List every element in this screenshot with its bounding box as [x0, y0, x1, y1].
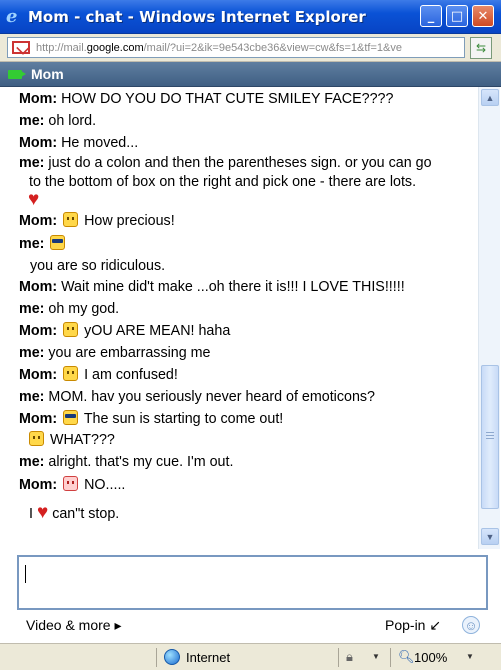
chat-message: me: oh my god.	[19, 301, 120, 317]
chat-message: me: alright. that's my cue. I'm out.	[19, 454, 234, 470]
text-caret	[25, 565, 26, 583]
scroll-down-button[interactable]: ▼	[481, 528, 499, 545]
chat-message-continuation: you are so ridiculous.	[30, 258, 166, 274]
chat-message: Mom: HOW DO YOU DO THAT CUTE SMILEY FACE…	[19, 91, 394, 107]
chat-message: Mom: The sun is starting to come out!	[19, 410, 284, 427]
protected-mode-dropdown-icon[interactable]: ▼	[372, 652, 380, 661]
cool-smiley-icon	[63, 410, 79, 425]
chat-header: Mom	[0, 62, 501, 87]
zoom-level[interactable]: 100%	[414, 650, 447, 665]
address-bar: http://mail.google.com/mail/?ui=2&ik=9e5…	[0, 34, 501, 62]
internet-zone-icon	[164, 649, 180, 665]
zoom-icon[interactable]: 🔍︎	[398, 649, 415, 665]
minimize-button[interactable]: _	[420, 5, 442, 27]
chat-input[interactable]	[17, 555, 488, 610]
status-bar: Internet 🔒︎ ▼ 🔍︎ 100% ▼	[0, 643, 501, 670]
chat-message: me: MOM. hav you seriously never heard o…	[19, 389, 376, 405]
heart-icon: ♥	[36, 502, 49, 523]
chat-message: Mom: NO.....	[19, 476, 126, 493]
chat-message: Mom: He moved...	[19, 135, 139, 151]
chat-message: me: you are embarrassing me	[19, 345, 211, 361]
ie-logo-icon: e	[6, 6, 18, 27]
address-field[interactable]: http://mail.google.com/mail/?ui=2&ik=9e5…	[7, 37, 465, 58]
chat-scrollbar[interactable]: ▲ ▼	[478, 87, 500, 549]
video-camera-icon	[8, 70, 26, 79]
chat-message: Mom: yOU ARE MEAN! haha	[19, 322, 231, 339]
chat-contact-name: Mom	[31, 66, 64, 82]
protected-mode-icon[interactable]: 🔒︎	[346, 649, 353, 665]
chat-message: me: just do a colon and then the parenth…	[19, 155, 432, 171]
chat-message-continuation: I ♥ can"t stop.	[29, 502, 120, 523]
chat-message: Mom: Wait mine did't make ...oh there it…	[19, 279, 405, 295]
chat-message-continuation: to the bottom of box on the right and pi…	[29, 174, 417, 190]
gmail-icon	[12, 41, 30, 54]
angry-smiley-icon	[63, 322, 79, 337]
scroll-up-button[interactable]: ▲	[481, 89, 499, 106]
maximize-button[interactable]: □	[446, 5, 468, 27]
heart-icon: ♥	[28, 189, 40, 210]
upset-smiley-icon	[63, 476, 79, 491]
zoom-dropdown-icon[interactable]: ▼	[466, 652, 474, 661]
chat-message: Mom: I am confused!	[19, 366, 178, 383]
emoticon-picker-icon[interactable]: ☺	[462, 616, 480, 634]
chat-message: me:	[19, 235, 67, 253]
cool-smiley-icon	[50, 235, 66, 250]
chat-message: me: oh lord.	[19, 113, 97, 129]
compatibility-view-icon[interactable]: ⇆	[470, 37, 492, 59]
confused-smiley-icon	[63, 366, 79, 381]
chat-message: ♥	[28, 189, 40, 210]
chat-message: Mom: How precious!	[19, 212, 175, 229]
chat-message-continuation: WHAT???	[27, 431, 115, 449]
surprised-smiley-icon	[29, 431, 44, 446]
window-title: Mom - chat - Windows Internet Explorer	[28, 8, 366, 26]
address-url: http://mail.google.com/mail/?ui=2&ik=9e5…	[36, 41, 402, 54]
chat-footer: Video & more ▸ Pop-in ↙ ☺	[0, 611, 501, 641]
scroll-thumb[interactable]	[481, 365, 499, 509]
title-bar: e Mom - chat - Windows Internet Explorer…	[0, 0, 501, 34]
pop-in-link[interactable]: Pop-in ↙	[385, 617, 441, 634]
security-zone: Internet	[186, 650, 231, 665]
chat-transcript: Mom: HOW DO YOU DO THAT CUTE SMILEY FACE…	[0, 87, 478, 549]
smiley-icon	[63, 212, 79, 227]
video-and-more-link[interactable]: Video & more ▸	[26, 617, 121, 634]
close-button[interactable]: ✕	[472, 5, 494, 27]
